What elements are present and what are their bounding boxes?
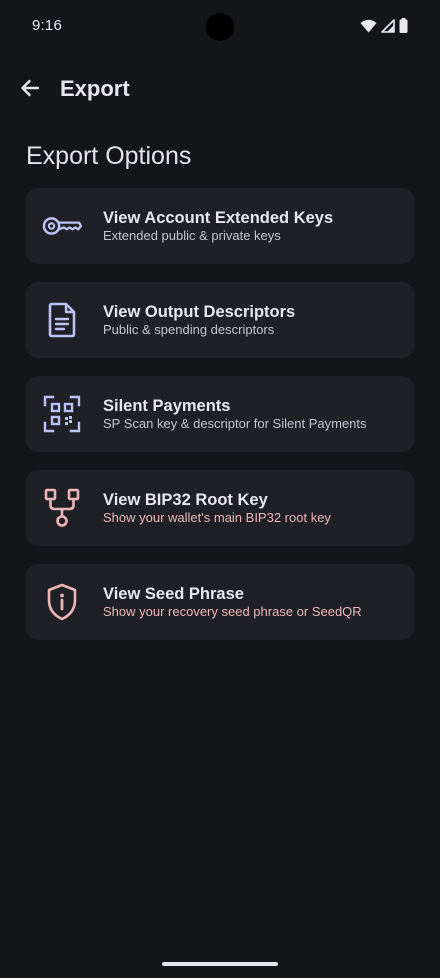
option-seed-phrase[interactable]: View Seed Phrase Show your recovery seed… — [26, 564, 414, 640]
option-account-extended-keys[interactable]: View Account Extended Keys Extended publ… — [26, 188, 414, 264]
option-subtitle: Show your recovery seed phrase or SeedQR — [103, 604, 362, 619]
document-icon — [42, 300, 82, 340]
back-button[interactable] — [14, 74, 46, 106]
app-bar: Export — [0, 60, 440, 120]
arrow-back-icon — [19, 77, 41, 104]
key-icon — [42, 206, 82, 246]
shield-info-icon — [42, 582, 82, 622]
option-bip32-root-key[interactable]: View BIP32 Root Key Show your wallet's m… — [26, 470, 414, 546]
wifi-icon — [360, 19, 377, 38]
status-icons — [360, 18, 408, 38]
option-output-descriptors[interactable]: View Output Descriptors Public & spendin… — [26, 282, 414, 358]
option-title: View Output Descriptors — [103, 303, 296, 321]
option-subtitle: Show your wallet's main BIP32 root key — [103, 510, 331, 525]
page-title: Export — [60, 76, 130, 101]
export-options-list: View Account Extended Keys Extended publ… — [26, 188, 414, 658]
option-subtitle: Extended public & private keys — [103, 228, 281, 243]
option-title: Silent Payments — [103, 397, 231, 415]
battery-icon — [399, 18, 408, 38]
status-bar: 9:16 — [0, 0, 440, 56]
home-indicator[interactable] — [162, 962, 278, 966]
option-title: View Seed Phrase — [103, 585, 244, 603]
qr-code-icon — [42, 394, 82, 434]
option-subtitle: SP Scan key & descriptor for Silent Paym… — [103, 416, 367, 431]
status-time: 9:16 — [32, 17, 62, 34]
option-title: View BIP32 Root Key — [103, 491, 268, 509]
option-title: View Account Extended Keys — [103, 209, 334, 227]
option-subtitle: Public & spending descriptors — [103, 322, 275, 337]
section-title: Export Options — [26, 142, 192, 170]
tree-icon — [42, 488, 82, 528]
cellular-signal-icon — [381, 18, 395, 38]
camera-cutout — [206, 13, 234, 41]
option-silent-payments[interactable]: Silent Payments SP Scan key & descriptor… — [26, 376, 414, 452]
